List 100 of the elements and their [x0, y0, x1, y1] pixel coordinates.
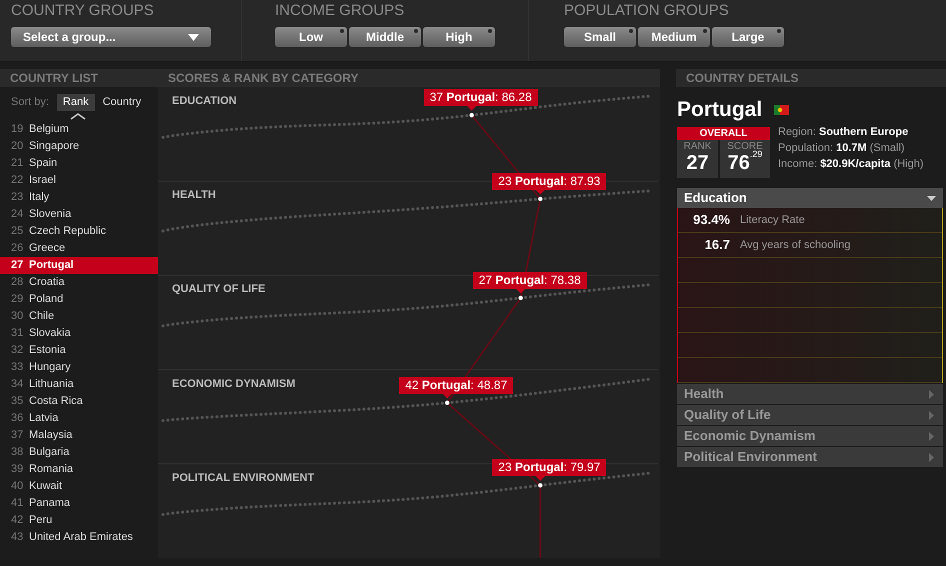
country-list-item[interactable]: 36 Latvia — [0, 410, 158, 427]
country-list-item[interactable]: 31 Slovakia — [0, 325, 158, 342]
group-select[interactable]: Select a group... — [11, 27, 211, 47]
category-label: POLITICAL ENVIRONMENT — [172, 472, 314, 484]
category-accordion-header[interactable]: Quality of Life — [677, 405, 943, 425]
indicator-label: Literacy Rate — [740, 212, 805, 228]
country-list-item[interactable]: 23 Italy — [0, 189, 158, 206]
category-label: EDUCATION — [172, 96, 237, 107]
country-name: Belgium — [29, 122, 69, 138]
rank-number: 36 — [11, 411, 24, 426]
country-name: Slovakia — [29, 326, 71, 342]
rank-number: 28 — [11, 275, 24, 290]
indicator-value: 16.7 — [704, 236, 731, 254]
selected-country-dot — [538, 196, 542, 202]
country-name: Hungary — [29, 360, 71, 376]
group-filter-button[interactable]: High — [423, 27, 495, 47]
sort-direction-icon — [70, 113, 86, 120]
rank-number: 42 — [11, 513, 24, 528]
country-list-item[interactable]: 21 Spain — [0, 155, 158, 172]
selected-country-dot — [518, 296, 523, 300]
country-name: Greece — [29, 241, 66, 256]
sort-option[interactable]: Country — [96, 94, 148, 111]
indicator-label: Avg years of schooling — [740, 238, 850, 253]
score-label: SCORE — [727, 142, 763, 152]
rank-number: 26 — [11, 241, 24, 256]
country-list-item[interactable]: 37 Malaysia — [0, 427, 158, 444]
country-name: Chile — [29, 309, 54, 324]
filter-title: INCOME GROUPS — [275, 3, 406, 20]
country-list-item[interactable]: 29 Poland — [0, 291, 158, 308]
country-name: Italy — [29, 190, 50, 206]
rank-number: 32 — [11, 343, 24, 358]
country-fact: Region: Southern Europe — [778, 125, 910, 140]
country-list-item[interactable]: 27 Portugal — [0, 257, 158, 274]
expand-caret-icon — [927, 432, 936, 440]
country-list-item[interactable]: 25 Czech Republic — [0, 223, 158, 240]
section-header: COUNTRY DETAILS — [686, 72, 798, 84]
selected-country-dot — [445, 400, 450, 406]
rank-number: 38 — [11, 445, 24, 460]
category-label: QUALITY OF LIFE — [172, 284, 266, 296]
rank-number: 43 — [11, 530, 24, 546]
country-list-item[interactable]: 22 Israel — [0, 172, 158, 189]
country-list-item[interactable]: 28 Croatia — [0, 274, 158, 291]
country-list-item[interactable]: 38 Bulgaria — [0, 444, 158, 461]
category-accordion-header[interactable]: Health — [677, 384, 943, 404]
country-list-item[interactable]: 24 Slovenia — [0, 206, 158, 223]
overall-label: OVERALL — [677, 127, 770, 140]
tooltip-pointer — [535, 476, 546, 481]
rank-number: 37 — [11, 428, 24, 444]
country-list-item[interactable]: 26 Greece — [0, 240, 158, 257]
country-name: Lithuania — [29, 377, 74, 392]
flag-icon — [774, 105, 790, 115]
country-name: Poland — [29, 292, 64, 308]
country-name: Czech Republic — [29, 224, 106, 240]
rank-number: 34 — [11, 377, 24, 392]
category-accordion-header[interactable]: Economic Dynamism — [677, 426, 943, 446]
dropdown-caret-icon — [188, 34, 199, 40]
category-accordion-header[interactable]: Political Environment — [677, 447, 943, 467]
rank-number: 40 — [11, 479, 24, 494]
rank-number: 23 — [11, 190, 24, 206]
country-name: Slovenia — [29, 207, 72, 222]
rank-number: 20 — [11, 139, 24, 154]
category-accordion-header[interactable]: Education — [677, 188, 943, 208]
rank-label: RANK — [684, 142, 712, 152]
country-name: Malaysia — [29, 428, 72, 444]
group-filter-button[interactable]: Large — [712, 27, 784, 47]
group-filter-button[interactable]: Small — [564, 27, 636, 47]
country-list-item[interactable]: 41 Panama — [0, 495, 158, 512]
rank-number: 39 — [11, 462, 24, 478]
rank-number: 27 — [11, 258, 24, 274]
country-name: Estonia — [29, 343, 66, 358]
country-name: Kuwait — [29, 479, 62, 494]
rank-number: 41 — [11, 496, 24, 512]
country-list-item[interactable]: 40 Kuwait — [0, 478, 158, 495]
group-filter-button[interactable]: Low — [275, 27, 347, 47]
rank-number: 29 — [11, 292, 24, 308]
country-list-item[interactable]: 30 Chile — [0, 308, 158, 325]
country-list-item[interactable]: 43 United Arab Emirates — [0, 529, 158, 546]
country-name: Portugal — [29, 258, 74, 274]
section-header: SCORES & RANK BY CATEGORY — [168, 72, 358, 84]
country-list-item[interactable]: 32 Estonia — [0, 342, 158, 359]
expand-caret-icon — [927, 452, 936, 462]
country-list-item[interactable]: 33 Hungary — [0, 359, 158, 376]
section-header: COUNTRY LIST — [10, 72, 98, 84]
country-list-item[interactable]: 19 Belgium — [0, 121, 158, 138]
rank-number: 30 — [11, 309, 24, 324]
country-name: Singapore — [29, 139, 80, 154]
rank-number: 25 — [11, 224, 24, 240]
group-filter-button[interactable]: Medium — [638, 27, 710, 47]
country-fact: Income: $20.9K/capita (High) — [778, 157, 924, 172]
country-list-item[interactable]: 34 Lithuania — [0, 376, 158, 393]
country-title: Portugal — [677, 97, 762, 124]
filter-title: POPULATION GROUPS — [564, 3, 730, 20]
country-list-item[interactable]: 35 Costa Rica — [0, 393, 158, 410]
country-list-item[interactable]: 39 Romania — [0, 461, 158, 478]
expand-caret-icon — [927, 390, 936, 398]
country-list-item[interactable]: 42 Peru — [0, 512, 158, 529]
country-list-item[interactable]: 20 Singapore — [0, 138, 158, 155]
expand-caret-icon — [927, 410, 936, 420]
group-filter-button[interactable]: Middle — [349, 27, 421, 47]
sort-option[interactable]: Rank — [56, 94, 95, 111]
